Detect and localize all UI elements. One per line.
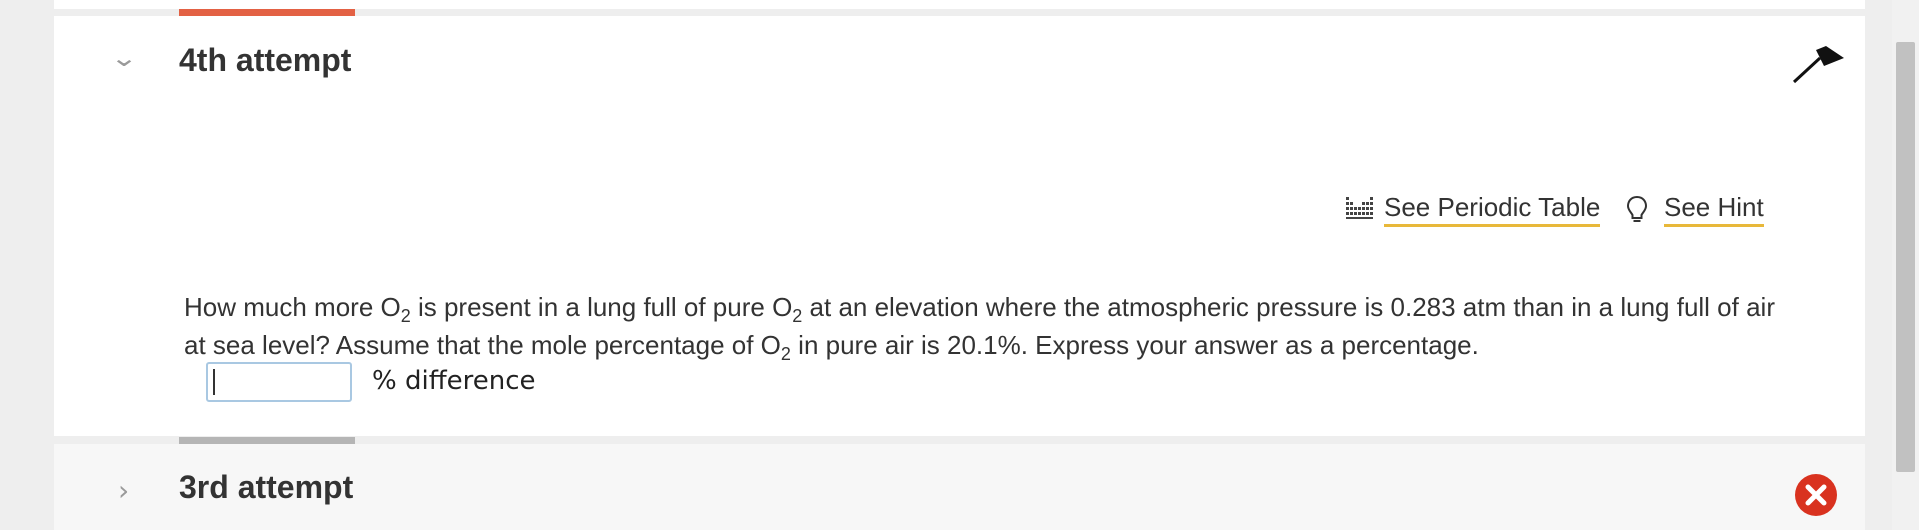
text-cursor xyxy=(213,369,215,395)
attempt-title[interactable]: 4th attempt xyxy=(179,42,351,79)
chevron-right-icon[interactable]: › xyxy=(118,474,129,507)
answer-unit-label: % difference xyxy=(372,366,536,396)
see-periodic-table-label: See Periodic Table xyxy=(1384,192,1601,227)
see-periodic-table-link[interactable]: See Periodic Table xyxy=(1346,192,1601,227)
answer-input[interactable] xyxy=(206,362,352,402)
incorrect-x-icon xyxy=(1795,474,1837,516)
attempt-accent-bar xyxy=(179,9,355,16)
previous-panel-edge xyxy=(54,0,1865,9)
scrollbar-thumb[interactable] xyxy=(1896,42,1915,472)
attempt-divider-bar xyxy=(179,437,355,444)
attempt-title-previous[interactable]: 3rd attempt xyxy=(179,469,353,506)
chevron-down-icon[interactable]: ⌄ xyxy=(110,44,138,72)
question-text: How much more O2 is present in a lung fu… xyxy=(184,292,1775,365)
flag-icon[interactable] xyxy=(1790,44,1846,84)
see-hint-link[interactable]: See Hint xyxy=(1622,192,1764,227)
see-hint-label: See Hint xyxy=(1664,192,1764,227)
